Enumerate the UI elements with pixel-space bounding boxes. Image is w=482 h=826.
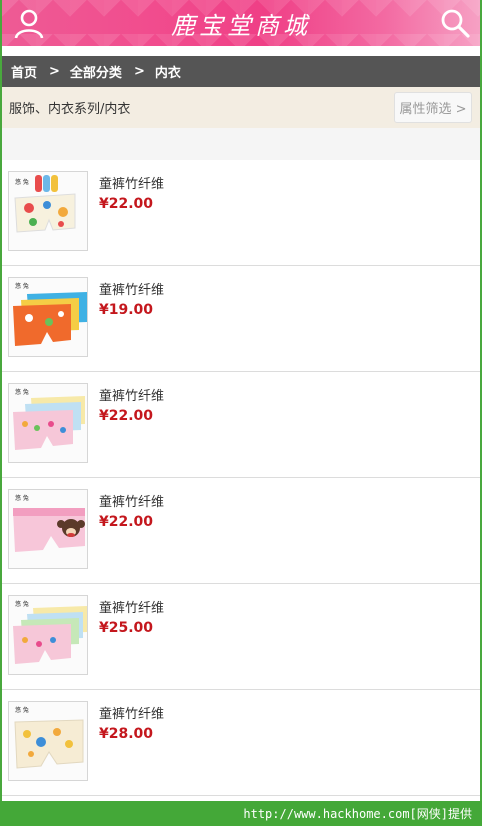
store-title: 鹿宝堂商城 [171,12,311,40]
product-item[interactable]: 悠 兔 童裤竹纤维 ¥22.00 [2,160,480,266]
watermark-bar: http://www.hackhome.com[网侠]提供 [0,801,482,826]
attribute-filter-button[interactable]: 属性筛选 > [394,92,472,123]
breadcrumb-separator: > [133,64,145,79]
product-price: ¥19.00 [99,302,154,318]
product-item[interactable]: 悠 兔 童裤竹纤维 ¥22.00 [2,478,480,584]
breadcrumb-current: 内衣 [154,66,181,81]
product-item[interactable]: 悠 兔 童裤竹纤维 ¥28.00 [2,690,480,796]
product-price: ¥22.00 [99,514,154,530]
breadcrumb-home[interactable]: 首页 [11,62,37,81]
product-name[interactable]: 童裤竹纤维 [99,597,164,616]
svg-text:悠 兔: 悠 兔 [15,600,29,608]
product-price: ¥28.00 [99,726,154,742]
product-price: ¥22.00 [99,196,154,212]
product-item[interactable]: 悠 兔 童裤竹纤维 ¥19.00 [2,266,480,372]
svg-text:悠 兔: 悠 兔 [15,706,29,714]
breadcrumb-separator: > [49,64,60,79]
svg-text:悠 兔: 悠 兔 [15,388,29,396]
product-image[interactable]: 悠 兔 [8,701,88,781]
product-price: ¥25.00 [99,620,154,636]
product-image[interactable]: 悠 兔 [8,277,88,357]
svg-text:悠 兔: 悠 兔 [15,282,29,290]
watermark-text: http://www.hackhome.com[网侠]提供 [243,807,472,821]
product-name[interactable]: 童裤竹纤维 [99,491,164,510]
product-name[interactable]: 童裤竹纤维 [99,703,164,722]
product-name[interactable]: 童裤竹纤维 [99,173,164,192]
category-path: 服饰、内衣系列/内衣 [9,102,131,117]
product-list: 悠 兔 童裤竹纤维 ¥22.00 悠 兔 童裤竹纤维 ¥19.00 悠 兔 童裤… [2,160,480,796]
header-divider [2,46,480,56]
category-filter-bar: 服饰、内衣系列/内衣 属性筛选 > [2,87,480,128]
breadcrumb-all-categories[interactable]: 全部分类 [70,62,122,81]
product-name[interactable]: 童裤竹纤维 [99,385,164,404]
svg-text:悠 兔: 悠 兔 [15,178,29,186]
breadcrumb: 首页 > 全部分类 > 内衣 [2,56,480,87]
product-image[interactable]: 悠 兔 [8,171,88,251]
product-image[interactable]: 悠 兔 [8,383,88,463]
svg-text:悠 兔: 悠 兔 [15,494,29,502]
app-header: 鹿宝堂商城 [2,0,480,46]
list-spacer [2,128,480,160]
product-item[interactable]: 悠 兔 童裤竹纤维 ¥25.00 [2,584,480,690]
product-image[interactable]: 悠 兔 [8,595,88,675]
product-item[interactable]: 悠 兔 童裤竹纤维 ¥22.00 [2,372,480,478]
search-icon[interactable] [438,6,472,40]
product-image[interactable]: 悠 兔 [8,489,88,569]
product-price: ¥22.00 [99,408,154,424]
product-name[interactable]: 童裤竹纤维 [99,279,164,298]
